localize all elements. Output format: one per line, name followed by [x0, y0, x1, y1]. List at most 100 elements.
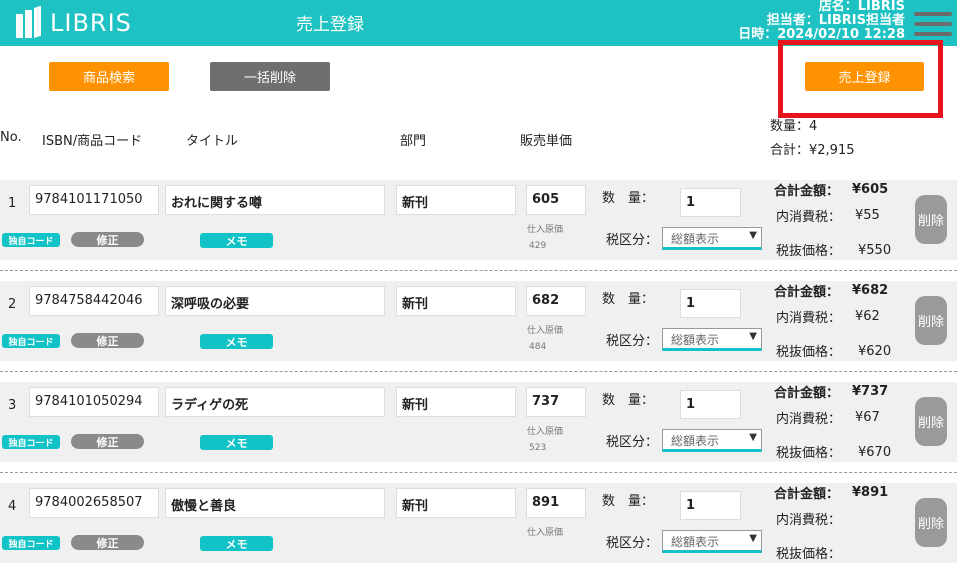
total-value: ¥737 — [852, 384, 889, 399]
quantity-input[interactable]: 1 — [680, 491, 741, 520]
delete-row-button[interactable]: 削除 — [915, 296, 947, 345]
memo-button[interactable]: メモ — [200, 536, 273, 551]
chevron-down-icon: ▼ — [749, 230, 757, 241]
row-number: 3 — [8, 398, 17, 413]
isbn-input[interactable]: 9784101171050 — [29, 185, 159, 215]
own-code-badge[interactable]: 独自コード — [2, 334, 60, 348]
department-select[interactable]: 新刊 — [396, 185, 516, 215]
own-code-badge[interactable]: 独自コード — [2, 233, 60, 247]
col-dept: 部門 — [400, 134, 427, 149]
bulk-delete-button[interactable]: 一括削除 — [210, 62, 330, 91]
excl-tax-value: ¥620 — [858, 344, 892, 359]
row-divider — [0, 472, 957, 473]
row-number: 2 — [8, 297, 17, 312]
delete-row-button[interactable]: 削除 — [915, 397, 947, 446]
quantity-input[interactable]: 1 — [680, 188, 741, 217]
memo-button[interactable]: メモ — [200, 435, 273, 450]
title-input[interactable]: 傲慢と善良 — [165, 488, 385, 518]
row-divider — [0, 270, 957, 271]
tax-type-value: 総額表示 — [671, 434, 720, 448]
qty-label: 数 量： — [602, 494, 655, 509]
tax-type-select[interactable]: 総額表示 ▼ — [662, 429, 762, 452]
cost-label: 仕入原価 — [527, 225, 564, 235]
excl-tax-label: 税抜価格： — [776, 345, 842, 360]
excl-tax-label: 税抜価格： — [776, 547, 842, 562]
price-input[interactable]: 682 — [526, 286, 586, 316]
session-info: 店名：LIBRIS 担当者：LIBRIS担当者 日時：2024/02/10 12… — [738, 0, 905, 42]
libris-logo-icon — [16, 5, 42, 38]
total-label: 合計金額： — [774, 386, 840, 401]
inner-tax-value: ¥55 — [855, 208, 880, 223]
highlight-annotation — [778, 40, 943, 118]
col-no: No. — [0, 130, 22, 145]
inner-tax-label: 内消費税： — [776, 210, 842, 225]
chevron-down-icon: ▼ — [749, 533, 757, 544]
department-select[interactable]: 新刊 — [396, 488, 516, 518]
logo-text: LIBRIS — [50, 9, 132, 37]
col-price: 販売単価 — [520, 134, 573, 149]
store-name: 店名：LIBRIS — [818, 0, 905, 14]
edit-button[interactable]: 修正 — [71, 232, 144, 247]
own-code-badge[interactable]: 独自コード — [2, 435, 60, 449]
excl-tax-value: ¥670 — [858, 445, 892, 460]
department-select[interactable]: 新刊 — [396, 387, 516, 417]
inner-tax-label: 内消費税： — [776, 513, 842, 528]
tax-type-value: 総額表示 — [671, 333, 720, 347]
inner-tax-label: 内消費税： — [776, 311, 842, 326]
product-search-button[interactable]: 商品検索 — [49, 62, 169, 91]
row-divider — [0, 371, 957, 372]
quantity-input[interactable]: 1 — [680, 289, 741, 318]
isbn-input[interactable]: 9784758442046 — [29, 286, 159, 316]
quantity-input[interactable]: 1 — [680, 390, 741, 419]
price-input[interactable]: 605 — [526, 185, 586, 215]
edit-button[interactable]: 修正 — [71, 535, 144, 550]
total-value: ¥682 — [852, 283, 889, 298]
memo-button[interactable]: メモ — [200, 233, 273, 248]
qty-label: 数 量： — [602, 292, 655, 307]
edit-button[interactable]: 修正 — [71, 434, 144, 449]
tax-type-select[interactable]: 総額表示 ▼ — [662, 227, 762, 250]
total-value: ¥891 — [852, 485, 889, 500]
edit-button[interactable]: 修正 — [71, 333, 144, 348]
delete-row-button[interactable]: 削除 — [915, 195, 947, 244]
inner-tax-value: ¥62 — [855, 309, 880, 324]
excl-tax-label: 税抜価格： — [776, 244, 842, 259]
cost-value: 484 — [529, 342, 547, 352]
staff-name: 担当者：LIBRIS担当者 — [766, 13, 905, 28]
col-isbn: ISBN/商品コード — [42, 134, 143, 149]
tax-label: 税区分： — [606, 233, 659, 248]
row-number: 1 — [8, 196, 17, 211]
price-input[interactable]: 737 — [526, 387, 586, 417]
tax-type-select[interactable]: 総額表示 ▼ — [662, 328, 762, 351]
tax-label: 税区分： — [606, 536, 659, 551]
qty-label: 数 量： — [602, 393, 655, 408]
price-input[interactable]: 891 — [526, 488, 586, 518]
total-value: ¥605 — [852, 182, 889, 197]
cost-label: 仕入原価 — [527, 528, 564, 538]
isbn-input[interactable]: 9784101050294 — [29, 387, 159, 417]
title-input[interactable]: 深呼吸の必要 — [165, 286, 385, 316]
inner-tax-label: 内消費税： — [776, 412, 842, 427]
tax-type-value: 総額表示 — [671, 535, 720, 549]
title-input[interactable]: ラディゲの死 — [165, 387, 385, 417]
delete-row-button[interactable]: 削除 — [915, 498, 947, 547]
excl-tax-value: ¥550 — [858, 243, 892, 258]
page-title: 売上登録 — [296, 15, 364, 35]
summary-total: 合計：¥2,915 — [770, 143, 855, 158]
tax-type-select[interactable]: 総額表示 ▼ — [662, 530, 762, 553]
tax-label: 税区分： — [606, 334, 659, 349]
chevron-down-icon: ▼ — [749, 432, 757, 443]
app-logo[interactable]: LIBRIS — [16, 5, 132, 40]
excl-tax-label: 税抜価格： — [776, 446, 842, 461]
title-input[interactable]: おれに関する噂 — [165, 185, 385, 215]
cost-value: 523 — [529, 443, 547, 453]
inner-tax-value: ¥67 — [855, 410, 880, 425]
own-code-badge[interactable]: 独自コード — [2, 536, 60, 550]
cost-value: 429 — [529, 241, 547, 251]
hamburger-menu-icon[interactable] — [914, 12, 952, 40]
total-label: 合計金額： — [774, 184, 840, 199]
chevron-down-icon: ▼ — [749, 331, 757, 342]
department-select[interactable]: 新刊 — [396, 286, 516, 316]
memo-button[interactable]: メモ — [200, 334, 273, 349]
isbn-input[interactable]: 9784002658507 — [29, 488, 159, 518]
